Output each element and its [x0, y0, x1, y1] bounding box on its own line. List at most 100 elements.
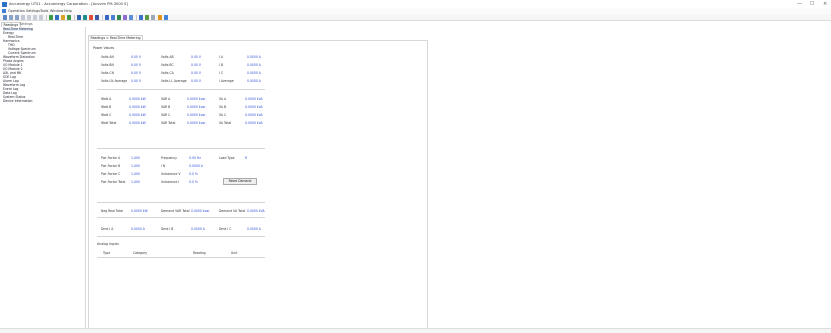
label-demand-watt-total: Neg Real Total [101, 208, 124, 213]
value-watt-total: 0.0000 kW [129, 120, 146, 125]
value-volts-ll-average: 0.00 V [191, 78, 201, 83]
reset-demand-button[interactable]: Reset Demand [223, 178, 257, 185]
label-va-a: VA A [219, 96, 227, 101]
label-pf-total: Pwr Factor Total [101, 179, 126, 184]
value-volts-cn: 0.00 V [131, 70, 141, 75]
menu-help[interactable]: Help [64, 9, 72, 13]
meter-icon[interactable] [77, 15, 82, 20]
status-bar [0, 328, 831, 333]
tree-item-device-information[interactable]: Device Information [3, 99, 32, 104]
label-va-total: VA Total [219, 120, 232, 125]
dropdown-icon[interactable] [151, 15, 156, 20]
analog-column-type: Type [103, 250, 111, 255]
label-watt-c: Watt C [101, 112, 112, 117]
power-factor-group: Pwr Factor A 1.000 Frequency 0.00 Hz Loa… [89, 152, 429, 192]
star-icon[interactable] [158, 15, 163, 20]
cut-icon[interactable] [27, 15, 32, 20]
label-i-a: I A [219, 54, 224, 59]
value-volts-bc: 0.00 V [191, 62, 201, 67]
analog-column-category: Category [133, 250, 148, 255]
sidebar-tree: Real-Time Metering Energy Real-Time Harm… [0, 26, 86, 333]
main-panel: Power Values Volts AN 0.00 V Volts AB 0.… [88, 39, 429, 333]
save-icon[interactable] [15, 15, 20, 20]
log-icon[interactable] [95, 15, 100, 20]
trend-icon[interactable] [145, 15, 150, 20]
minimize-button[interactable]: — [797, 1, 802, 7]
analog-column-reading: Reading [193, 250, 206, 255]
label-volts-an: Volts AN [101, 54, 114, 59]
value-dmd-i-a: 0.0000 A [131, 226, 145, 231]
label-demand-var-total: Demand VAR Total [161, 208, 190, 213]
device-icon[interactable] [67, 15, 72, 20]
power-values-title: Power Values [93, 45, 115, 50]
value-var-a: 0.0000 kvar [187, 96, 206, 101]
label-load-type: Load Type [219, 155, 235, 160]
value-pf-total: 1.000 [131, 179, 140, 184]
alarm-icon[interactable] [89, 15, 94, 20]
label-demand-va-total: Demand VA Total [219, 208, 246, 213]
title-bar: Accuenergy UTS1 - Accuenergy Corporation… [0, 0, 831, 8]
connect-icon[interactable] [49, 15, 54, 20]
bar-chart-icon[interactable] [139, 15, 144, 20]
maximize-button[interactable]: ☐ [810, 1, 814, 7]
grid-icon[interactable] [117, 15, 122, 20]
value-va-c: 0.0000 kVA [245, 112, 263, 117]
open-icon[interactable] [9, 15, 14, 20]
print-icon[interactable] [21, 15, 26, 20]
app-icon [2, 1, 7, 7]
value-demand-watt-total: 0.0000 kW [131, 208, 148, 213]
paste-icon[interactable] [39, 15, 44, 20]
value-frequency: 0.00 Hz [189, 155, 201, 160]
divider [97, 201, 265, 202]
help-icon[interactable] [164, 15, 169, 20]
toolbar-separator [46, 15, 47, 20]
value-volts-ln-average: 0.00 V [131, 78, 141, 83]
label-i-b: I B [219, 62, 224, 67]
analog-column-unit: Unit [231, 250, 238, 255]
value-watt-a: 0.0000 kW [129, 96, 146, 101]
value-load-type: R [245, 155, 248, 160]
label-va-c: VA C [219, 112, 227, 117]
toolbar-separator [74, 15, 75, 20]
read-icon[interactable] [55, 15, 60, 20]
label-watt-b: Watt B [101, 104, 112, 109]
label-dmd-i-b: Dmd I B [161, 226, 174, 231]
label-volts-ln-average: Volts LN Average [101, 78, 128, 83]
menu-app-icon [2, 8, 6, 13]
label-frequency: Frequency [161, 155, 177, 160]
divider [97, 88, 265, 89]
value-pf-b: 1.000 [131, 163, 140, 168]
label-volts-ab: Volts AB [161, 54, 174, 59]
value-va-total: 0.0000 kVA [245, 120, 263, 125]
label-i-c: I C [219, 70, 224, 75]
label-var-total: VAR Total [161, 120, 176, 125]
menu-settings[interactable]: Settings [26, 9, 40, 13]
window-icon[interactable] [111, 15, 116, 20]
divider [97, 235, 265, 236]
monitor-icon[interactable] [105, 15, 110, 20]
menu-tools[interactable]: Tools [40, 9, 48, 13]
label-va-b: VA B [219, 104, 227, 109]
label-volts-cn: Volts CN [101, 70, 114, 75]
folder-icon[interactable] [61, 15, 66, 20]
value-var-c: 0.0000 kvar [187, 112, 206, 117]
value-i-a: 0.0000 A [247, 54, 261, 59]
value-demand-va-total: 0.0000 kVA [247, 208, 265, 213]
value-volts-bn: 0.00 V [131, 62, 141, 67]
voltage-group: Volts AN 0.00 V Volts AB 0.00 V I A 0.00… [89, 51, 429, 91]
new-icon[interactable] [3, 15, 8, 20]
wrench-icon[interactable] [123, 15, 128, 20]
value-volts-an: 0.00 V [131, 54, 141, 59]
value-pf-a: 1.000 [131, 155, 140, 160]
label-pf-c: Pwr Factor C [101, 171, 121, 176]
value-va-b: 0.0000 kVA [245, 104, 263, 109]
value-var-total: 0.0000 kvar [187, 120, 206, 125]
report-icon[interactable] [129, 15, 134, 20]
chart-icon[interactable] [83, 15, 88, 20]
menu-window[interactable]: Window [50, 9, 63, 13]
menu-operation[interactable]: Operation [8, 9, 25, 13]
value-unbalance-v: 0.0 % [189, 171, 198, 176]
close-button[interactable]: × [823, 1, 827, 7]
copy-icon[interactable] [33, 15, 38, 20]
label-unbalance-i: Unbalance I [161, 179, 180, 184]
